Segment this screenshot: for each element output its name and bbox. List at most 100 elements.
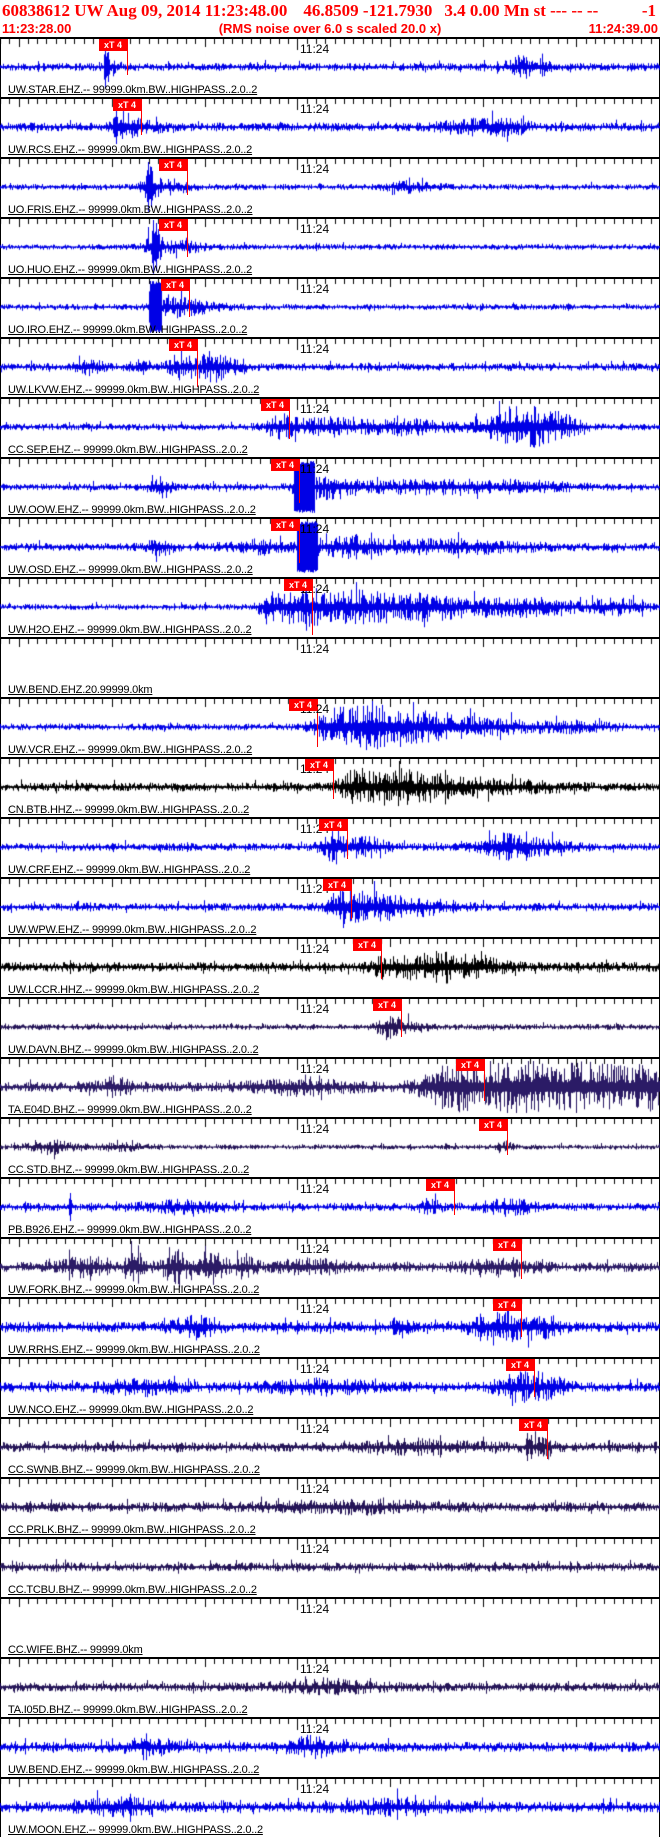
minute-label: 11:24 xyxy=(300,1602,330,1616)
pick-flag[interactable]: xT 4 xyxy=(261,399,289,411)
trace-panel: 11:24 xT 4 UW.DAVN.BHZ.-- 99999.0km.BW..… xyxy=(0,997,660,1057)
minute-label: 11:24 xyxy=(300,1662,330,1676)
pick-line xyxy=(547,1419,548,1459)
trace-panel: 11:24 xT 4 UW.STAR.EHZ.-- 99999.0km.BW..… xyxy=(0,37,660,97)
pick-line xyxy=(401,999,402,1037)
pick-line xyxy=(189,279,190,317)
seismogram-viewer: 60838612 UW Aug 09, 2014 11:23:48.00 46.… xyxy=(0,0,660,1838)
pick-flag[interactable]: xT 4 xyxy=(493,1299,521,1311)
pick-flag[interactable]: xT 4 xyxy=(319,819,347,831)
minute-label: 11:24 xyxy=(300,282,330,296)
pick-flag[interactable]: xT 4 xyxy=(493,1239,521,1251)
station-label[interactable]: CC.TCBU.BHZ.-- 99999.0km.BW..HIGHPASS..2… xyxy=(8,1584,257,1596)
station-label[interactable]: UW.DAVN.BHZ.-- 99999.0km.BW..HIGHPASS..2… xyxy=(8,1044,259,1056)
station-label[interactable]: CC.WIFE.BHZ.-- 99999.0km xyxy=(8,1644,143,1656)
trace-panel: 11:24 xT 4 UW.OOW.EHZ.-- 99999.0km.BW..H… xyxy=(0,457,660,517)
minute-label: 11:24 xyxy=(300,1362,330,1376)
station-label[interactable]: UW.RRHS.EHZ.-- 99999.0km.BW..HIGHPASS..2… xyxy=(8,1344,260,1356)
station-label[interactable]: UO.HUO.EHZ.-- 99999.0km.BW..HIGHPASS..2.… xyxy=(8,264,252,276)
pick-flag[interactable]: xT 4 xyxy=(305,759,333,771)
trace-panel: 11:24 UW.BEND.EHZ.20.99999.0km xyxy=(0,637,660,697)
window-start-time: 11:23:28.00 xyxy=(2,21,72,36)
minute-label: 11:24 xyxy=(300,1482,330,1496)
station-label[interactable]: UW.LKVW.EHZ.-- 99999.0km.BW..HIGHPASS..2… xyxy=(8,384,259,396)
pick-flag[interactable]: xT 4 xyxy=(353,939,381,951)
minute-label: 11:24 xyxy=(300,1122,330,1136)
station-label[interactable]: UW.FORK.BHZ.-- 99999.0km.BW..HIGHPASS..2… xyxy=(8,1284,259,1296)
trace-panel: 11:24 xT 4 UW.NCO.EHZ.-- 99999.0km.BW..H… xyxy=(0,1357,660,1417)
station-label[interactable]: TA.I05D.BHZ.-- 99999.0km.BW..HIGHPASS..2… xyxy=(8,1704,248,1716)
pick-flag[interactable]: xT 4 xyxy=(159,219,187,231)
station-label[interactable]: UW.BEND.EHZ.20.99999.0km xyxy=(8,684,153,696)
header: 60838612 UW Aug 09, 2014 11:23:48.00 46.… xyxy=(0,0,660,37)
event-header-line: 60838612 UW Aug 09, 2014 11:23:48.00 46.… xyxy=(2,0,658,21)
station-label[interactable]: UO.FRIS.EHZ.-- 99999.0km.BW..HIGHPASS..2… xyxy=(8,204,253,216)
minute-label: 11:24 xyxy=(300,1002,330,1016)
pick-flag[interactable]: xT 4 xyxy=(426,1179,454,1191)
trace-panel: 11:24 CC.WIFE.BHZ.-- 99999.0km xyxy=(0,1597,660,1657)
station-label[interactable]: UW.LCCR.HHZ.-- 99999.0km.BW..HIGHPASS..2… xyxy=(8,984,259,996)
trace-panel: 11:24 xT 4 UW.RRHS.EHZ.-- 99999.0km.BW..… xyxy=(0,1297,660,1357)
pick-line xyxy=(484,1059,485,1101)
station-label[interactable]: UW.STAR.EHZ.-- 99999.0km.BW..HIGHPASS..2… xyxy=(8,84,257,96)
trace-panels-container: 11:24 xT 4 UW.STAR.EHZ.-- 99999.0km.BW..… xyxy=(0,37,660,1837)
minute-label: 11:24 xyxy=(300,42,330,56)
pick-flag[interactable]: xT 4 xyxy=(506,1359,534,1371)
trace-panel: 11:24 xT 4 CN.BTB.HHZ.-- 99999.0km.BW..H… xyxy=(0,757,660,817)
pick-flag[interactable]: xT 4 xyxy=(271,519,299,531)
station-label[interactable]: UW.NCO.EHZ.-- 99999.0km.BW..HIGHPASS..2.… xyxy=(8,1404,253,1416)
station-label[interactable]: UO.IRO.EHZ.-- 99999.0km.BW..HIGHPASS..2.… xyxy=(8,324,247,336)
pick-line xyxy=(454,1179,455,1215)
pick-line xyxy=(333,759,334,799)
station-label[interactable]: TA.E04D.BHZ.-- 99999.0km.BW..HIGHPASS..2… xyxy=(8,1104,252,1116)
pick-flag[interactable]: xT 4 xyxy=(373,999,401,1011)
pick-flag[interactable]: xT 4 xyxy=(323,879,351,891)
trace-panel: 11:24 xT 4 TA.E04D.BHZ.-- 99999.0km.BW..… xyxy=(0,1057,660,1117)
trace-panel: 11:24 xT 4 CC.STD.BHZ.-- 99999.0km.BW..H… xyxy=(0,1117,660,1177)
station-label[interactable]: CC.PRLK.BHZ.-- 99999.0km.BW..HIGHPASS..2… xyxy=(8,1524,256,1536)
minute-label: 11:24 xyxy=(300,1722,330,1736)
pick-flag[interactable]: xT 4 xyxy=(169,339,197,351)
trace-panel: 11:24 CC.PRLK.BHZ.-- 99999.0km.BW..HIGHP… xyxy=(0,1477,660,1537)
pick-line xyxy=(521,1299,522,1337)
station-label[interactable]: CN.BTB.HHZ.-- 99999.0km.BW..HIGHPASS..2.… xyxy=(8,804,249,816)
pick-line xyxy=(507,1119,508,1155)
station-label[interactable]: UW.BEND.EHZ.-- 99999.0km.BW..HIGHPASS..2… xyxy=(8,1764,259,1776)
station-label[interactable]: UW.VCR.EHZ.-- 99999.0km.BW..HIGHPASS..2.… xyxy=(8,744,252,756)
pick-flag[interactable]: xT 4 xyxy=(479,1119,507,1131)
trace-panel: 11:24 xT 4 CC.SEP.EHZ.-- 99999.0km.BW..H… xyxy=(0,397,660,457)
station-label[interactable]: UW.RCS.EHZ.-- 99999.0km.BW..HIGHPASS..2.… xyxy=(8,144,252,156)
station-label[interactable]: UW.MOON.EHZ.-- 99999.0km.BW..HIGHPASS..2… xyxy=(8,1824,263,1836)
pick-flag[interactable]: xT 4 xyxy=(159,159,187,171)
station-label[interactable]: UW.OOW.EHZ.-- 99999.0km.BW..HIGHPASS..2.… xyxy=(8,504,256,516)
pick-flag[interactable]: xT 4 xyxy=(271,459,299,471)
minute-label: 11:24 xyxy=(300,1182,330,1196)
trace-panel: 11:24 xT 4 CC.SWNB.BHZ.-- 99999.0km.BW..… xyxy=(0,1417,660,1477)
station-label[interactable]: CC.SEP.EHZ.-- 99999.0km.BW..HIGHPASS..2.… xyxy=(8,444,248,456)
station-label[interactable]: CC.SWNB.BHZ.-- 99999.0km.BW..HIGHPASS..2… xyxy=(8,1464,260,1476)
trace-panel: 11:24 xT 4 UW.CRF.EHZ.-- 99999.0km.BW..H… xyxy=(0,817,660,877)
minute-label: 11:24 xyxy=(300,942,330,956)
pick-line xyxy=(534,1359,535,1397)
pick-flag[interactable]: xT 4 xyxy=(456,1059,484,1071)
station-label[interactable]: CC.STD.BHZ.-- 99999.0km.BW..HIGHPASS..2.… xyxy=(8,1164,249,1176)
time-window-line: 11:23:28.00 (RMS noise over 6.0 s scaled… xyxy=(2,21,658,36)
pick-flag[interactable]: xT 4 xyxy=(113,99,141,111)
station-label[interactable]: PB.B926.EHZ.-- 99999.0km.BW..HIGHPASS..2… xyxy=(8,1224,251,1236)
minute-label: 11:24 xyxy=(300,402,330,416)
rms-note: (RMS noise over 6.0 s scaled 20.0 x) xyxy=(218,21,442,36)
trace-panel: 11:24 xT 4 UW.OSD.EHZ.-- 99999.0km.BW..H… xyxy=(0,517,660,577)
window-end-time: 11:24:39.00 xyxy=(588,21,658,36)
pick-flag[interactable]: xT 4 xyxy=(161,279,189,291)
pick-flag[interactable]: xT 4 xyxy=(289,699,317,711)
station-label[interactable]: UW.OSD.EHZ.-- 99999.0km.BW..HIGHPASS..2.… xyxy=(8,564,253,576)
station-label[interactable]: UW.CRF.EHZ.-- 99999.0km.BW..HIGHPASS..2.… xyxy=(8,864,250,876)
pick-flag[interactable]: xT 4 xyxy=(519,1419,547,1431)
pick-flag[interactable]: xT 4 xyxy=(284,579,312,591)
event-location: 46.8509 -121.7930 xyxy=(303,1,433,20)
minute-label: 11:24 xyxy=(300,342,330,356)
station-label[interactable]: UW.WPW.EHZ.-- 99999.0km.BW..HIGHPASS..2.… xyxy=(8,924,257,936)
station-label[interactable]: UW.H2O.EHZ.-- 99999.0km.BW..HIGHPASS..2.… xyxy=(8,624,252,636)
pick-flag[interactable]: xT 4 xyxy=(99,39,127,51)
trace-panel: 11:24 xT 4 UW.RCS.EHZ.-- 99999.0km.BW..H… xyxy=(0,97,660,157)
